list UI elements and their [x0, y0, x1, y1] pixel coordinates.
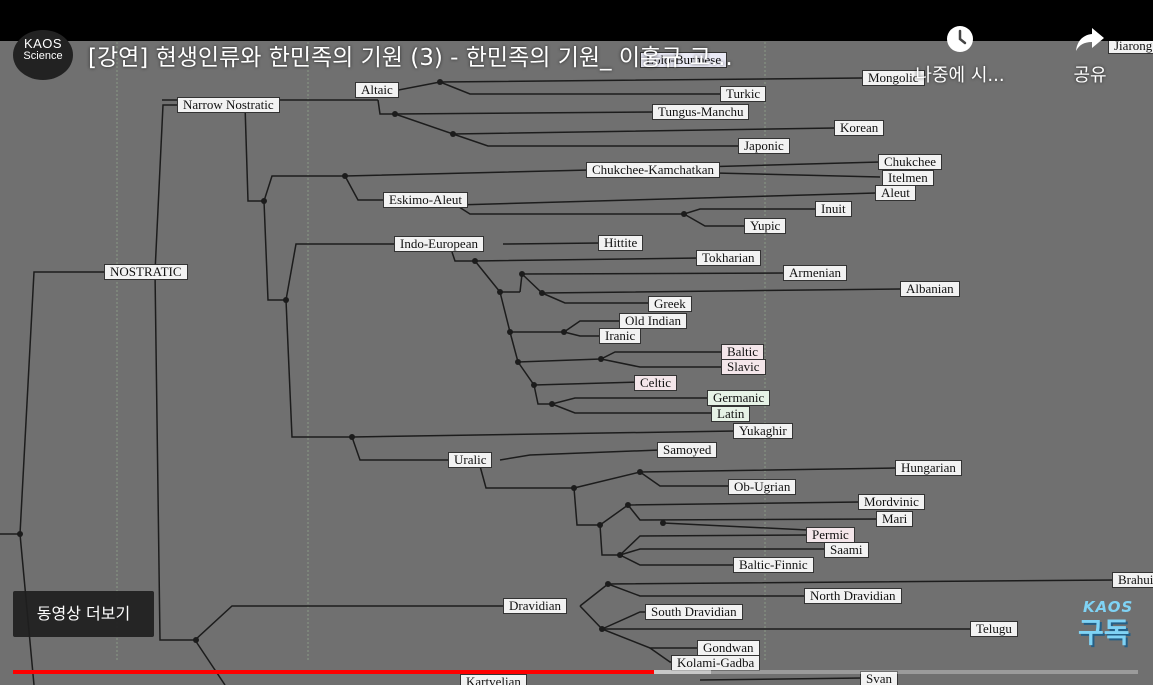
node-itelmen: Itelmen	[882, 170, 934, 186]
node-kartvelian: Kartvelian	[460, 674, 527, 685]
node-telugu: Telugu	[970, 621, 1018, 637]
node-chukchee: Chukchee	[878, 154, 942, 170]
node-mordvinic: Mordvinic	[858, 494, 925, 510]
progress-played	[13, 670, 655, 674]
node-old-indian: Old Indian	[619, 313, 687, 329]
channel-logo[interactable]: KAOS Science	[13, 30, 73, 80]
node-nostratic: NOSTRATIC	[104, 264, 188, 280]
node-aleut: Aleut	[875, 185, 916, 201]
node-uralic: Uralic	[448, 452, 493, 468]
progress-bar[interactable]	[13, 670, 1138, 674]
more-videos-button[interactable]: 동영상 더보기	[13, 591, 154, 637]
node-baltic: Baltic	[721, 344, 765, 360]
node-armenian: Armenian	[783, 265, 847, 281]
node-hittite: Hittite	[598, 235, 644, 251]
node-permic: Permic	[806, 527, 855, 543]
node-south-dravidian: South Dravidian	[645, 604, 743, 620]
node-tungus-manchu: Tungus-Manchu	[652, 104, 750, 120]
node-korean: Korean	[834, 120, 885, 136]
channel-logo-line1: KAOS	[23, 36, 63, 51]
node-latin: Latin	[711, 406, 751, 422]
node-yukaghir: Yukaghir	[733, 423, 793, 439]
node-mari: Mari	[876, 511, 914, 527]
video-title[interactable]: [강연] 현생인류와 한민족의 기원 (3) - 한민족의 기원_ 이홍규 교.…	[88, 38, 733, 72]
node-iranic: Iranic	[599, 328, 642, 344]
node-north-dravidian: North Dravidian	[804, 588, 902, 604]
node-germanic: Germanic	[707, 390, 771, 406]
node-altaic: Altaic	[355, 82, 399, 98]
node-kolami-gadba: Kolami-Gadba	[671, 655, 761, 671]
node-eskimo-aleut: Eskimo-Aleut	[383, 192, 468, 208]
node-greek: Greek	[648, 296, 692, 312]
watch-later-button[interactable]: 나중에 시...	[900, 25, 1020, 87]
channel-logo-line2: Science	[23, 50, 63, 62]
node-slavic: Slavic	[721, 359, 766, 375]
node-baltic-finnic: Baltic-Finnic	[733, 557, 814, 573]
node-narrow-nostratic: Narrow Nostratic	[177, 97, 280, 113]
node-chukchee-kamchatkan: Chukchee-Kamchatkan	[586, 162, 721, 178]
node-celtic: Celtic	[634, 375, 678, 391]
node-indo-european: Indo-European	[394, 236, 484, 252]
watch-later-label: 나중에 시...	[915, 65, 1005, 86]
node-inuit: Inuit	[815, 201, 852, 217]
node-saami: Saami	[824, 542, 869, 558]
subscribe-badge[interactable]: KAOS 구독	[1078, 598, 1138, 650]
share-label: 공유	[1073, 65, 1107, 86]
node-gondwan: Gondwan	[697, 640, 760, 656]
node-samoyed: Samoyed	[657, 442, 718, 458]
node-turkic: Turkic	[720, 86, 767, 102]
node-brahui: Brahui	[1112, 572, 1153, 588]
language-tree-diagram	[0, 42, 1116, 685]
clock-icon	[947, 26, 973, 52]
node-tokharian: Tokharian	[696, 250, 761, 266]
subscribe-badge-label: 구독	[1078, 616, 1130, 649]
node-hungarian: Hungarian	[895, 460, 962, 476]
share-arrow-icon	[1076, 28, 1104, 51]
node-albanian: Albanian	[900, 281, 960, 297]
video-player[interactable]: NOSTRATIC Narrow Nostratic Altaic Mongol…	[0, 0, 1153, 685]
node-ob-ugrian: Ob-Ugrian	[728, 479, 797, 495]
node-yupic: Yupic	[744, 218, 787, 234]
node-dravidian: Dravidian	[503, 598, 567, 614]
share-button[interactable]: 공유	[1055, 25, 1125, 87]
node-japonic: Japonic	[738, 138, 790, 154]
